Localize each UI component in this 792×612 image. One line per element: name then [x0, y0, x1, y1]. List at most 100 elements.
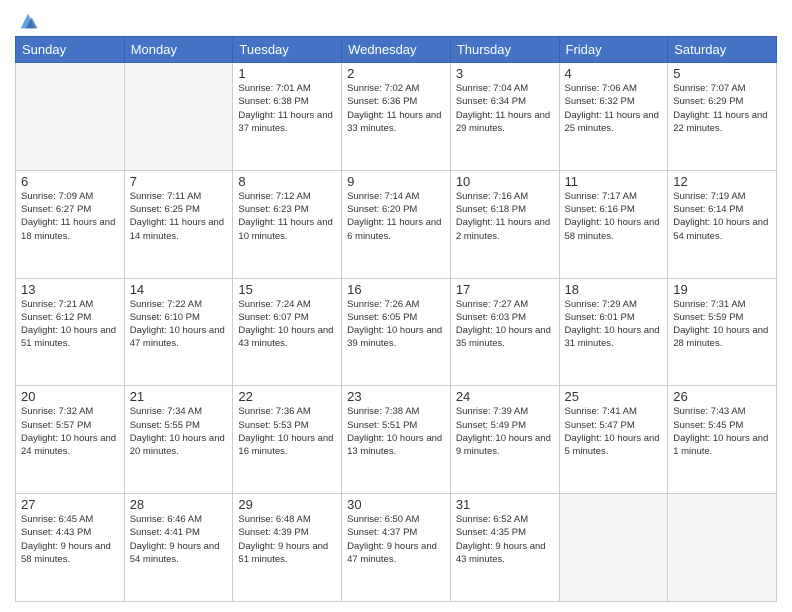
day-number: 10	[456, 174, 554, 189]
day-info: Sunrise: 7:09 AM Sunset: 6:27 PM Dayligh…	[21, 190, 119, 243]
day-number: 7	[130, 174, 228, 189]
day-info: Sunrise: 7:21 AM Sunset: 6:12 PM Dayligh…	[21, 298, 119, 351]
day-number: 21	[130, 389, 228, 404]
col-header-thursday: Thursday	[450, 37, 559, 63]
day-number: 3	[456, 66, 554, 81]
calendar-cell: 28Sunrise: 6:46 AM Sunset: 4:41 PM Dayli…	[124, 494, 233, 602]
calendar-cell	[559, 494, 668, 602]
day-number: 25	[565, 389, 663, 404]
day-info: Sunrise: 7:17 AM Sunset: 6:16 PM Dayligh…	[565, 190, 663, 243]
logo	[15, 10, 39, 32]
day-number: 8	[238, 174, 336, 189]
day-info: Sunrise: 7:06 AM Sunset: 6:32 PM Dayligh…	[565, 82, 663, 135]
week-row-3: 13Sunrise: 7:21 AM Sunset: 6:12 PM Dayli…	[16, 278, 777, 386]
calendar-cell: 24Sunrise: 7:39 AM Sunset: 5:49 PM Dayli…	[450, 386, 559, 494]
day-info: Sunrise: 7:24 AM Sunset: 6:07 PM Dayligh…	[238, 298, 336, 351]
calendar-cell: 26Sunrise: 7:43 AM Sunset: 5:45 PM Dayli…	[668, 386, 777, 494]
day-number: 13	[21, 282, 119, 297]
day-info: Sunrise: 7:16 AM Sunset: 6:18 PM Dayligh…	[456, 190, 554, 243]
calendar-cell: 27Sunrise: 6:45 AM Sunset: 4:43 PM Dayli…	[16, 494, 125, 602]
day-info: Sunrise: 7:29 AM Sunset: 6:01 PM Dayligh…	[565, 298, 663, 351]
week-row-2: 6Sunrise: 7:09 AM Sunset: 6:27 PM Daylig…	[16, 170, 777, 278]
day-number: 24	[456, 389, 554, 404]
calendar-cell	[668, 494, 777, 602]
day-number: 28	[130, 497, 228, 512]
day-info: Sunrise: 7:22 AM Sunset: 6:10 PM Dayligh…	[130, 298, 228, 351]
calendar-cell: 17Sunrise: 7:27 AM Sunset: 6:03 PM Dayli…	[450, 278, 559, 386]
calendar-cell: 4Sunrise: 7:06 AM Sunset: 6:32 PM Daylig…	[559, 63, 668, 171]
day-number: 15	[238, 282, 336, 297]
day-info: Sunrise: 6:50 AM Sunset: 4:37 PM Dayligh…	[347, 513, 445, 566]
day-number: 11	[565, 174, 663, 189]
calendar-cell: 12Sunrise: 7:19 AM Sunset: 6:14 PM Dayli…	[668, 170, 777, 278]
calendar-cell: 31Sunrise: 6:52 AM Sunset: 4:35 PM Dayli…	[450, 494, 559, 602]
week-row-4: 20Sunrise: 7:32 AM Sunset: 5:57 PM Dayli…	[16, 386, 777, 494]
calendar-cell: 22Sunrise: 7:36 AM Sunset: 5:53 PM Dayli…	[233, 386, 342, 494]
day-info: Sunrise: 7:41 AM Sunset: 5:47 PM Dayligh…	[565, 405, 663, 458]
day-number: 9	[347, 174, 445, 189]
day-number: 23	[347, 389, 445, 404]
day-number: 6	[21, 174, 119, 189]
col-header-sunday: Sunday	[16, 37, 125, 63]
day-info: Sunrise: 7:19 AM Sunset: 6:14 PM Dayligh…	[673, 190, 771, 243]
day-info: Sunrise: 7:04 AM Sunset: 6:34 PM Dayligh…	[456, 82, 554, 135]
col-header-tuesday: Tuesday	[233, 37, 342, 63]
day-number: 29	[238, 497, 336, 512]
page-header	[15, 10, 777, 32]
day-info: Sunrise: 7:14 AM Sunset: 6:20 PM Dayligh…	[347, 190, 445, 243]
day-info: Sunrise: 7:26 AM Sunset: 6:05 PM Dayligh…	[347, 298, 445, 351]
col-header-saturday: Saturday	[668, 37, 777, 63]
calendar-table: SundayMondayTuesdayWednesdayThursdayFrid…	[15, 36, 777, 602]
calendar-cell	[124, 63, 233, 171]
day-number: 14	[130, 282, 228, 297]
day-number: 2	[347, 66, 445, 81]
day-info: Sunrise: 7:38 AM Sunset: 5:51 PM Dayligh…	[347, 405, 445, 458]
day-info: Sunrise: 7:02 AM Sunset: 6:36 PM Dayligh…	[347, 82, 445, 135]
calendar-cell: 19Sunrise: 7:31 AM Sunset: 5:59 PM Dayli…	[668, 278, 777, 386]
day-number: 16	[347, 282, 445, 297]
day-number: 20	[21, 389, 119, 404]
calendar-cell: 5Sunrise: 7:07 AM Sunset: 6:29 PM Daylig…	[668, 63, 777, 171]
day-info: Sunrise: 6:48 AM Sunset: 4:39 PM Dayligh…	[238, 513, 336, 566]
day-number: 4	[565, 66, 663, 81]
col-header-monday: Monday	[124, 37, 233, 63]
day-info: Sunrise: 6:45 AM Sunset: 4:43 PM Dayligh…	[21, 513, 119, 566]
calendar-cell: 10Sunrise: 7:16 AM Sunset: 6:18 PM Dayli…	[450, 170, 559, 278]
calendar-cell: 13Sunrise: 7:21 AM Sunset: 6:12 PM Dayli…	[16, 278, 125, 386]
day-number: 17	[456, 282, 554, 297]
day-info: Sunrise: 7:27 AM Sunset: 6:03 PM Dayligh…	[456, 298, 554, 351]
day-info: Sunrise: 7:32 AM Sunset: 5:57 PM Dayligh…	[21, 405, 119, 458]
col-header-wednesday: Wednesday	[342, 37, 451, 63]
calendar-cell: 7Sunrise: 7:11 AM Sunset: 6:25 PM Daylig…	[124, 170, 233, 278]
calendar-cell	[16, 63, 125, 171]
day-info: Sunrise: 7:39 AM Sunset: 5:49 PM Dayligh…	[456, 405, 554, 458]
day-number: 12	[673, 174, 771, 189]
calendar-cell: 16Sunrise: 7:26 AM Sunset: 6:05 PM Dayli…	[342, 278, 451, 386]
day-number: 31	[456, 497, 554, 512]
calendar-cell: 8Sunrise: 7:12 AM Sunset: 6:23 PM Daylig…	[233, 170, 342, 278]
day-info: Sunrise: 7:36 AM Sunset: 5:53 PM Dayligh…	[238, 405, 336, 458]
day-info: Sunrise: 6:52 AM Sunset: 4:35 PM Dayligh…	[456, 513, 554, 566]
day-info: Sunrise: 7:11 AM Sunset: 6:25 PM Dayligh…	[130, 190, 228, 243]
day-number: 22	[238, 389, 336, 404]
day-info: Sunrise: 7:01 AM Sunset: 6:38 PM Dayligh…	[238, 82, 336, 135]
week-row-5: 27Sunrise: 6:45 AM Sunset: 4:43 PM Dayli…	[16, 494, 777, 602]
logo-icon	[17, 10, 39, 32]
calendar-cell: 23Sunrise: 7:38 AM Sunset: 5:51 PM Dayli…	[342, 386, 451, 494]
calendar-cell: 20Sunrise: 7:32 AM Sunset: 5:57 PM Dayli…	[16, 386, 125, 494]
day-number: 18	[565, 282, 663, 297]
day-info: Sunrise: 7:07 AM Sunset: 6:29 PM Dayligh…	[673, 82, 771, 135]
day-info: Sunrise: 7:12 AM Sunset: 6:23 PM Dayligh…	[238, 190, 336, 243]
day-number: 5	[673, 66, 771, 81]
calendar-cell: 21Sunrise: 7:34 AM Sunset: 5:55 PM Dayli…	[124, 386, 233, 494]
week-row-1: 1Sunrise: 7:01 AM Sunset: 6:38 PM Daylig…	[16, 63, 777, 171]
calendar-cell: 29Sunrise: 6:48 AM Sunset: 4:39 PM Dayli…	[233, 494, 342, 602]
calendar-cell: 25Sunrise: 7:41 AM Sunset: 5:47 PM Dayli…	[559, 386, 668, 494]
day-info: Sunrise: 6:46 AM Sunset: 4:41 PM Dayligh…	[130, 513, 228, 566]
calendar-cell: 1Sunrise: 7:01 AM Sunset: 6:38 PM Daylig…	[233, 63, 342, 171]
day-number: 1	[238, 66, 336, 81]
day-number: 26	[673, 389, 771, 404]
day-info: Sunrise: 7:34 AM Sunset: 5:55 PM Dayligh…	[130, 405, 228, 458]
day-number: 19	[673, 282, 771, 297]
calendar-cell: 2Sunrise: 7:02 AM Sunset: 6:36 PM Daylig…	[342, 63, 451, 171]
